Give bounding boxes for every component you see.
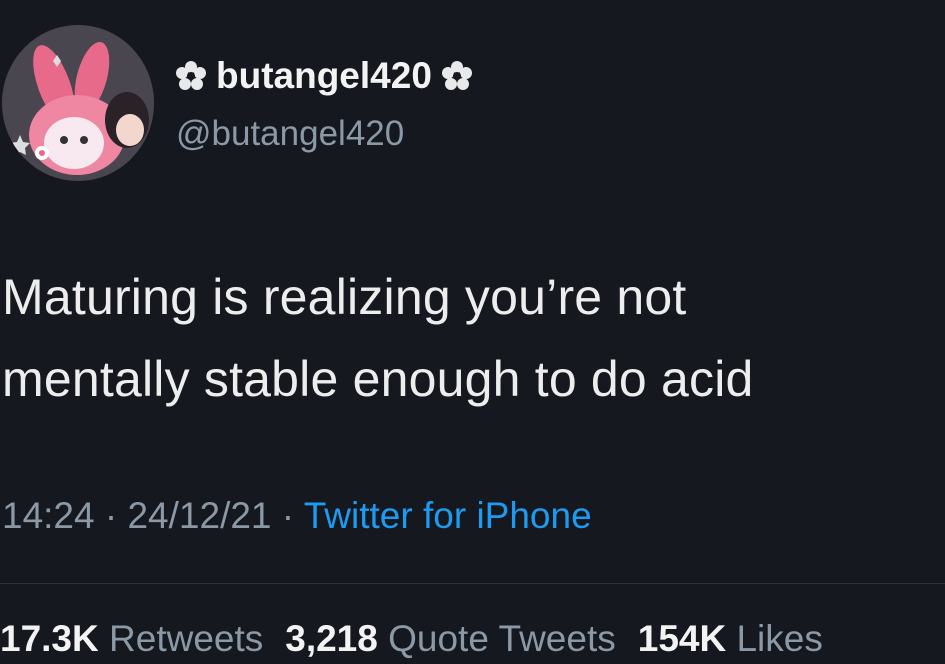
tweet-meta: 14:24 · 24/12/21 · Twitter for iPhone [2, 495, 592, 537]
quote-tweets-count: 3,218 [285, 618, 378, 659]
display-name[interactable]: butangel420 [216, 55, 432, 97]
tweet-source-link[interactable]: Twitter for iPhone [304, 495, 592, 536]
tweet-time[interactable]: 14:24 [2, 495, 95, 536]
retweets-label: Retweets [109, 618, 264, 659]
display-name-row[interactable]: butangel420 [174, 55, 482, 97]
likes-stat[interactable]: 154K Likes [638, 618, 823, 659]
quote-tweets-stat[interactable]: 3,218 Quote Tweets [285, 618, 616, 659]
flower-icon [176, 61, 206, 90]
flower-icon [441, 61, 472, 90]
tweet-date[interactable]: 24/12/21 [127, 495, 271, 536]
divider [0, 583, 945, 584]
meta-separator: · [104, 495, 118, 536]
quote-tweets-label: Quote Tweets [388, 618, 616, 659]
tweet-text-line: mentally stable enough to do acid [2, 351, 754, 407]
user-handle[interactable]: @butangel420 [176, 114, 404, 154]
tweet-text: Maturing is realizing you’re not mentall… [2, 256, 932, 420]
engagement-stats: 17.3K Retweets 3,218 Quote Tweets 154K Lik… [0, 618, 823, 660]
meta-separator: · [281, 495, 295, 536]
likes-count: 154K [637, 618, 727, 659]
avatar[interactable] [2, 25, 154, 181]
avatar-image [2, 25, 154, 181]
retweets-count: 17.3K [0, 618, 99, 659]
likes-label: Likes [736, 618, 823, 659]
tweet-text-line: Maturing is realizing you’re not [2, 269, 687, 325]
tweet-card: butangel420 @butangel420 Maturing is rea… [0, 0, 945, 664]
retweets-stat[interactable]: 17.3K Retweets [0, 618, 263, 659]
